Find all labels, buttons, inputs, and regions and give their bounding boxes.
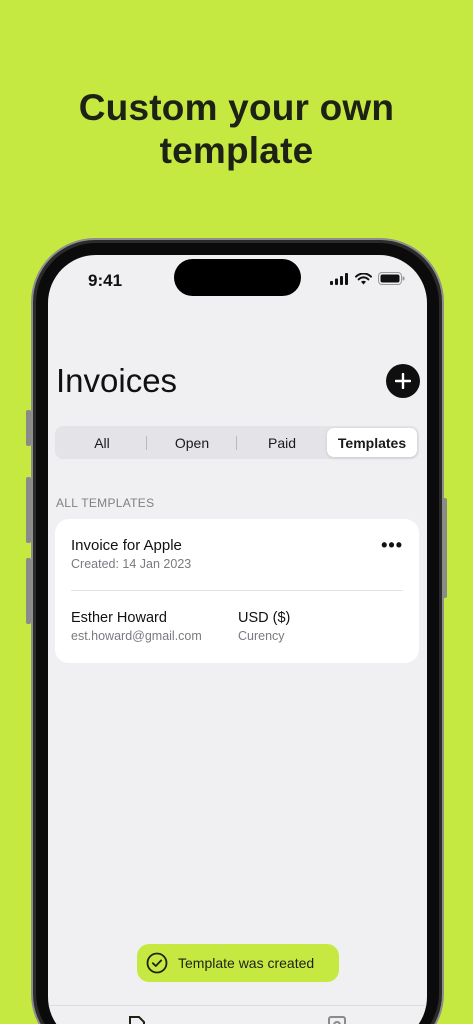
phone-volume-down-button [26,558,31,624]
dynamic-island [174,259,301,296]
toast-notification: Template was created [137,944,339,982]
client-name: Esther Howard [71,610,167,626]
profile-tab-icon[interactable] [327,1015,347,1024]
template-created-date: Created: 14 Jan 2023 [71,557,192,571]
signal-icon [330,272,348,285]
segmented-tabs: All Open Paid Templates [55,426,419,459]
headline-line-1: Custom your own [78,87,395,128]
tab-paid[interactable]: Paid [237,428,327,457]
currency-label: Curency [238,629,285,643]
template-title: Invoice for Apple [71,537,182,554]
currency-value: USD ($) [238,610,291,626]
tab-templates[interactable]: Templates [327,428,417,457]
client-email: est.howard@gmail.com [71,629,202,643]
more-options-icon[interactable]: ••• [381,535,403,556]
phone-power-button [442,498,447,598]
headline: Custom your own template [0,86,473,172]
check-circle-icon [146,952,168,974]
toast-text: Template was created [178,955,315,971]
invoices-tab-icon[interactable] [127,1015,147,1024]
headline-line-2: template [159,130,314,171]
wifi-icon [355,272,372,284]
tab-all[interactable]: All [57,428,147,457]
page-title: Invoices [56,362,178,399]
battery-icon [378,272,405,285]
phone-action-button [26,410,31,446]
template-card[interactable]: Invoice for Apple Created: 14 Jan 2023 •… [55,519,419,663]
phone-volume-up-button [26,477,31,543]
status-time: 9:41 [88,271,123,290]
add-invoice-button[interactable] [386,364,420,398]
phone-screen: 9:41 Invoices All Open Paid Templates AL… [48,255,427,1024]
status-icons [330,272,405,285]
tab-open[interactable]: Open [147,428,237,457]
section-label: ALL TEMPLATES [56,496,155,510]
tab-bar-divider [48,1005,427,1006]
plus-icon [395,373,411,389]
card-divider [71,590,403,591]
